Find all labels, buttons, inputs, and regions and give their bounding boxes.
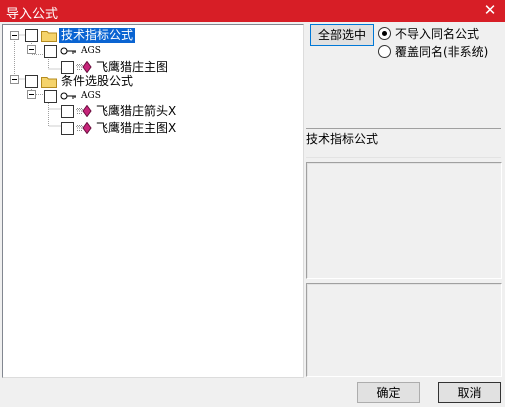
radio-overwrite[interactable]: 覆盖同名(非系统) — [378, 43, 488, 59]
tree-node-technical[interactable]: 技术指标公式 — [25, 27, 136, 43]
category-label: 技术指标公式 — [306, 128, 501, 158]
title-bar: 导入公式 ✕ — [0, 0, 505, 22]
tree-node-label: 飞鹰猎庄主图X — [96, 120, 177, 135]
tree-node-condition[interactable]: 条件选股公式 — [25, 73, 135, 89]
radio-overwrite-indicator[interactable] — [378, 44, 391, 58]
checkbox-ags-2[interactable] — [44, 89, 57, 103]
formula-detail-panel — [306, 283, 502, 377]
expand-toggle-ags-1[interactable] — [27, 45, 36, 54]
ok-button[interactable]: 确定 — [357, 382, 420, 403]
checkbox-formula-main[interactable] — [61, 60, 74, 74]
window-title: 导入公式 — [6, 7, 59, 22]
radio-overwrite-label: 覆盖同名(非系统) — [395, 44, 489, 59]
expand-toggle-condition[interactable] — [10, 75, 19, 84]
radio-no-import-label: 不导入同名公式 — [395, 26, 480, 41]
folder-icon — [41, 76, 57, 88]
close-icon[interactable]: ✕ — [481, 1, 499, 19]
key-icon — [60, 47, 76, 55]
tree-node-formula-arrow[interactable]: 飞鹰猎庄箭头X — [61, 103, 178, 119]
tree-node-label: 条件选股公式 — [61, 73, 134, 88]
tree-node-ags-2[interactable]: AGS — [44, 88, 103, 104]
formula-icon — [77, 61, 92, 73]
tree-node-formula-main-x[interactable]: 飞鹰猎庄主图X — [61, 120, 178, 136]
key-icon — [60, 92, 76, 100]
checkbox-formula-main-x[interactable] — [61, 121, 74, 135]
formula-tree[interactable]: 技术指标公式 AGS 飞鹰猎庄主图 条件选股公式 AGS 飞鹰猎庄箭头X 飞鹰猎… — [2, 24, 304, 378]
formula-info-panel — [306, 162, 502, 279]
checkbox-technical[interactable] — [25, 28, 38, 42]
checkbox-ags-1[interactable] — [44, 44, 57, 58]
tree-node-ags-1[interactable]: AGS — [44, 43, 103, 59]
radio-no-import[interactable]: 不导入同名公式 — [378, 25, 479, 41]
expand-toggle-ags-2[interactable] — [27, 90, 36, 99]
tree-node-label: AGS — [81, 90, 101, 101]
tree-node-label: 飞鹰猎庄箭头X — [96, 103, 177, 118]
tree-node-label: AGS — [81, 45, 101, 56]
select-all-button[interactable]: 全部选中 — [310, 24, 374, 46]
formula-icon — [77, 105, 92, 117]
formula-icon — [77, 122, 92, 134]
checkbox-formula-arrow[interactable] — [61, 104, 74, 118]
expand-toggle-technical[interactable] — [10, 31, 19, 40]
folder-icon — [41, 30, 57, 42]
tree-node-label: 技术指标公式 — [59, 27, 136, 43]
checkbox-condition[interactable] — [25, 74, 38, 88]
cancel-button[interactable]: 取消 — [438, 382, 501, 403]
radio-no-import-indicator[interactable] — [378, 26, 391, 40]
dialog-body: 技术指标公式 AGS 飞鹰猎庄主图 条件选股公式 AGS 飞鹰猎庄箭头X 飞鹰猎… — [0, 22, 505, 407]
